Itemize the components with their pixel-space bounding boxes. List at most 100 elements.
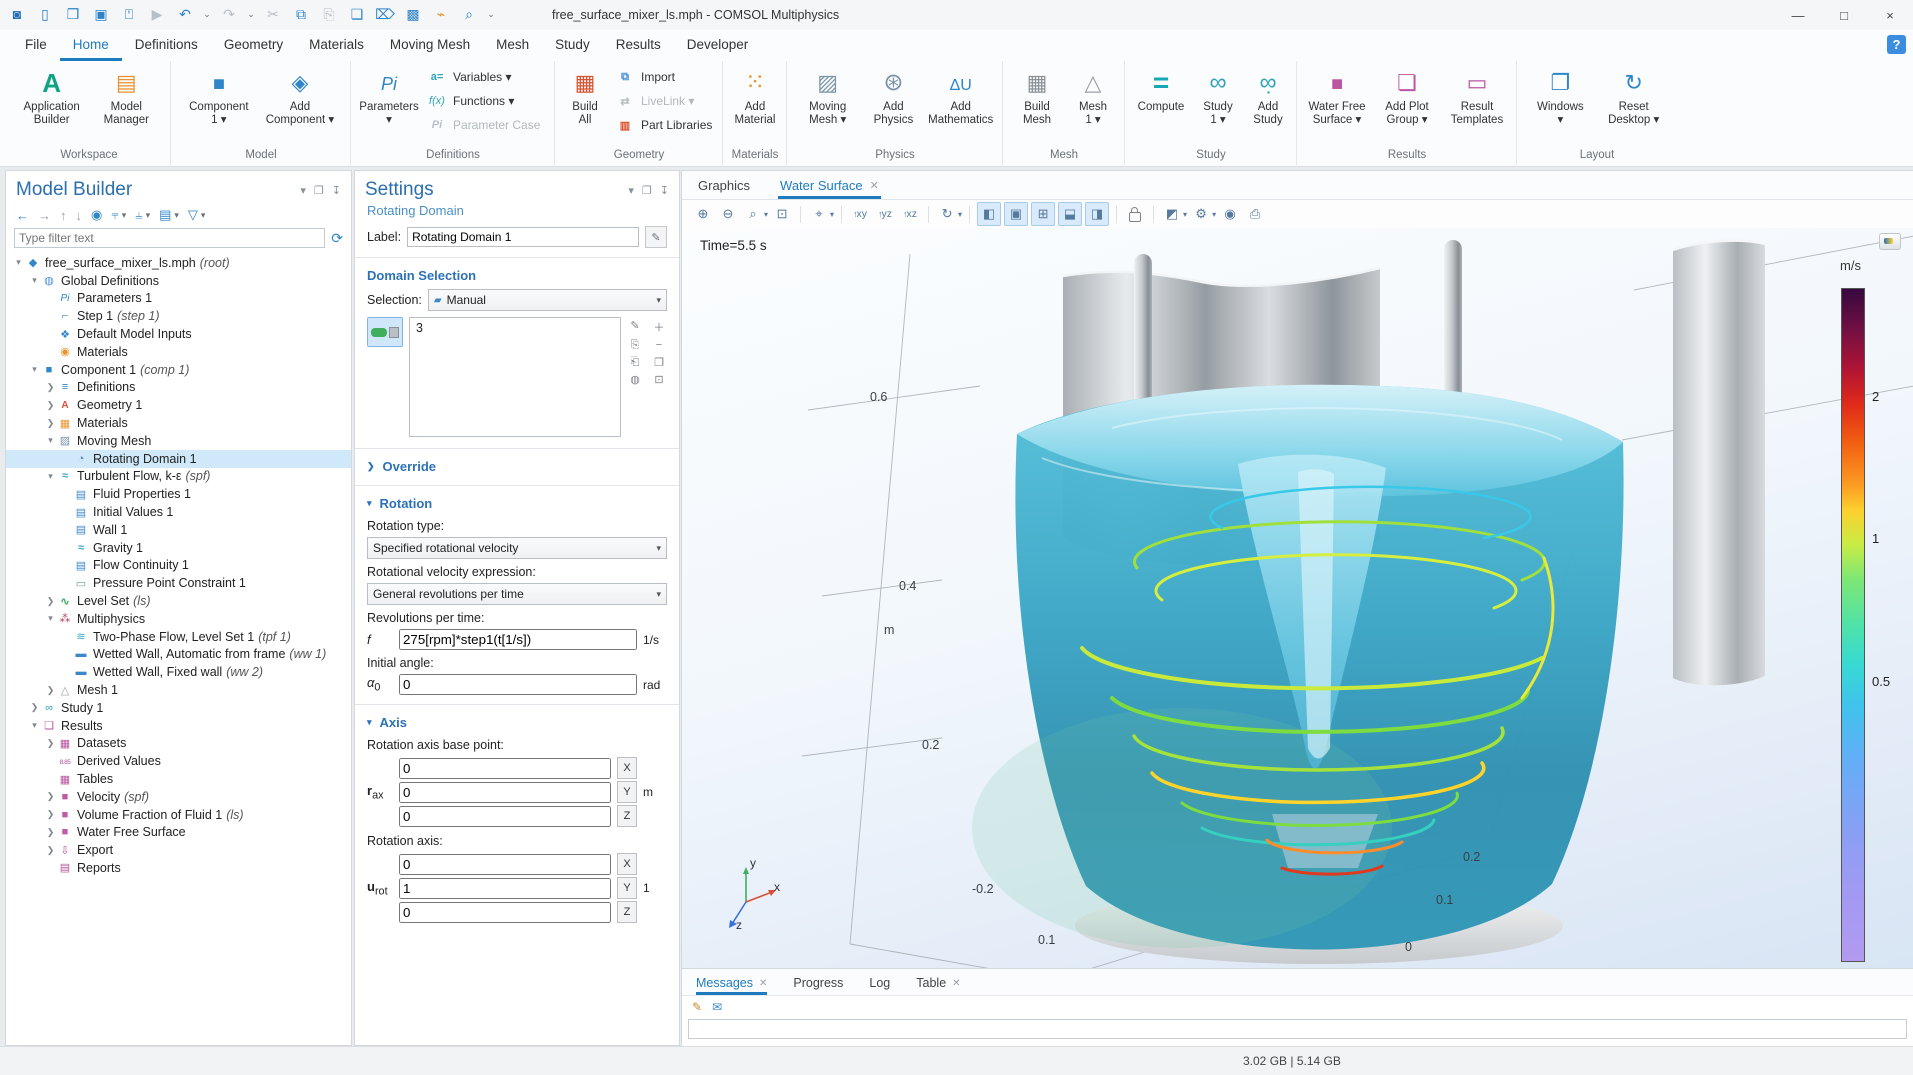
save-as-button[interactable]: ⍞	[118, 3, 140, 25]
axis-x-input[interactable]	[399, 854, 611, 875]
velocity-expression-combo[interactable]: General revolutions per time▾	[367, 583, 667, 605]
label-input[interactable]	[407, 227, 639, 247]
menu-study[interactable]: Study	[542, 30, 603, 61]
sphere-icon[interactable]: ◍	[627, 373, 643, 386]
override-section[interactable]: ❯Override	[355, 455, 679, 478]
z-button[interactable]: Z	[617, 901, 637, 923]
duplicate-button[interactable]: ❏	[346, 3, 368, 25]
y-button[interactable]: Y	[617, 781, 637, 803]
tree-item-wetted-wall-1[interactable]: Wetted Wall, Automatic from frame(ww 1)	[6, 646, 351, 664]
tree-item-step-1[interactable]: Step 1(step 1)	[6, 307, 351, 325]
menu-results[interactable]: Results	[603, 30, 674, 61]
menu-definitions[interactable]: Definitions	[122, 30, 211, 61]
build-all-button[interactable]: BuildAll	[560, 65, 610, 127]
tree-item-gravity-1[interactable]: Gravity 1	[6, 539, 351, 557]
axis-y-input[interactable]	[399, 878, 611, 899]
settings-float-icon[interactable]: ❐	[642, 184, 652, 197]
forward-icon[interactable]: →	[38, 208, 51, 223]
add-physics-button[interactable]: AddPhysics	[867, 65, 919, 127]
panel-menu-icon[interactable]: ▾	[300, 184, 306, 197]
open-file-button[interactable]: ❒	[62, 3, 84, 25]
wand-icon[interactable]: ✎	[627, 319, 643, 335]
perspective-toggle[interactable]: ◨	[1085, 202, 1109, 226]
environment-icon[interactable]: ⚙	[1190, 203, 1212, 225]
tab-progress[interactable]: Progress	[793, 976, 843, 995]
tree-item-velocity[interactable]: ❯Velocity(spf)	[6, 788, 351, 806]
view-xz-button[interactable]: ↑xz	[899, 203, 921, 225]
view-xy-button[interactable]: ↑xy	[849, 203, 871, 225]
axis-z-input[interactable]	[399, 902, 611, 923]
print-icon[interactable]: ⎙	[1244, 203, 1266, 225]
new-file-button[interactable]: ▯	[34, 3, 56, 25]
rotation-section[interactable]: ▾Rotation	[355, 492, 679, 515]
tab-log[interactable]: Log	[869, 976, 890, 995]
rotation-type-combo[interactable]: Specified rotational velocity▾	[367, 537, 667, 559]
rotate-view-icon[interactable]: ↻	[936, 203, 958, 225]
tree-item-level-set[interactable]: ❯Level Set(ls)	[6, 592, 351, 610]
toolbar-options-arrow[interactable]: ⌄	[486, 3, 496, 25]
model-manager-button[interactable]: ModelManager	[95, 65, 157, 127]
moving-mesh-button[interactable]: MovingMesh ▾	[797, 65, 859, 127]
collapse-all-arrow[interactable]: ▾	[122, 210, 127, 221]
tree-item-definitions[interactable]: ❯Definitions	[6, 379, 351, 397]
base-z-input[interactable]	[399, 806, 611, 827]
tree-item-default-model-inputs[interactable]: Default Model Inputs	[6, 325, 351, 343]
tree-item-rotating-domain-1[interactable]: Rotating Domain 1	[6, 450, 351, 468]
selection-list[interactable]: 3	[409, 317, 621, 437]
menu-moving-mesh[interactable]: Moving Mesh	[377, 30, 483, 61]
tree-item-mesh-1[interactable]: ❯Mesh 1	[6, 681, 351, 699]
water-free-surface-button[interactable]: Water FreeSurface ▾	[1306, 65, 1368, 127]
tree-item-wetted-wall-2[interactable]: Wetted Wall, Fixed wall(ww 2)	[6, 663, 351, 681]
node-text-arrow[interactable]: ▾	[174, 210, 179, 221]
result-templates-button[interactable]: ResultTemplates	[1446, 65, 1508, 127]
parameter-case-button[interactable]: Parameter Case	[426, 115, 540, 135]
remove-selection-icon[interactable]: −	[651, 339, 667, 352]
z-button[interactable]: Z	[617, 805, 637, 827]
help-icon[interactable]: ?	[1887, 35, 1906, 54]
environment-arrow[interactable]: ▾	[1212, 210, 1216, 219]
minimize-button[interactable]: —	[1775, 0, 1821, 30]
initial-angle-input[interactable]	[399, 674, 637, 695]
add-study-button[interactable]: AddStudy	[1246, 65, 1290, 127]
rename-icon[interactable]: ✎	[645, 226, 667, 248]
snapshot-icon[interactable]: ◉	[1219, 203, 1241, 225]
delete-button[interactable]: ⌦	[374, 3, 396, 25]
tree-item-study-1[interactable]: ❯Study 1	[6, 699, 351, 717]
menu-file[interactable]: File	[12, 30, 60, 61]
tab-table[interactable]: Table✕	[916, 976, 960, 995]
revolutions-input[interactable]	[399, 629, 637, 650]
base-x-input[interactable]	[399, 758, 611, 779]
close-icon[interactable]: ✕	[870, 179, 879, 192]
tab-water-surface[interactable]: Water Surface✕	[778, 178, 881, 199]
redo-button[interactable]: ↷	[218, 3, 240, 25]
paste-selection-icon[interactable]: ⎗	[627, 356, 643, 369]
transparency-toggle[interactable]: ▣	[1004, 202, 1028, 226]
refresh-icon[interactable]: ⟳	[331, 230, 343, 247]
tree-item-initial-values-1[interactable]: Initial Values 1	[6, 503, 351, 521]
tree-item-derived-values[interactable]: Derived Values	[6, 752, 351, 770]
close-icon[interactable]: ✕	[952, 978, 960, 989]
settings-menu-icon[interactable]: ▾	[628, 184, 634, 197]
duplicate-selection-icon[interactable]: ❐	[651, 356, 667, 369]
undo-button[interactable]: ↶	[174, 3, 196, 25]
tree-item-geometry-1[interactable]: ❯Geometry 1	[6, 396, 351, 414]
tree-item-pressure-point-constraint-1[interactable]: Pressure Point Constraint 1	[6, 574, 351, 592]
tree-item-wall-1[interactable]: Wall 1	[6, 521, 351, 539]
tab-messages[interactable]: Messages✕	[696, 976, 767, 995]
move-up-icon[interactable]: ↑	[60, 208, 67, 223]
messages-output-line[interactable]	[688, 1019, 1907, 1039]
appearance-icon[interactable]: ◩	[1161, 203, 1183, 225]
select-button[interactable]: ▩	[402, 3, 424, 25]
y-button[interactable]: Y	[617, 877, 637, 899]
collapse-all-icon[interactable]: ⫧	[111, 207, 118, 223]
tree-item-reports[interactable]: Reports	[6, 859, 351, 877]
tree-item-volume-fraction[interactable]: ❯Volume Fraction of Fluid 1(ls)	[6, 806, 351, 824]
variables-button[interactable]: Variables ▾	[426, 67, 540, 87]
comsol-view-chip-icon[interactable]	[1879, 233, 1901, 250]
add-plot-group-button[interactable]: Add PlotGroup ▾	[1376, 65, 1438, 127]
tree-item-two-phase-flow[interactable]: Two-Phase Flow, Level Set 1(tpf 1)	[6, 628, 351, 646]
panel-float-icon[interactable]: ❐	[314, 184, 324, 197]
menu-materials[interactable]: Materials	[296, 30, 377, 61]
x-button[interactable]: X	[617, 853, 637, 875]
zoom-box-arrow[interactable]: ▾	[764, 210, 768, 219]
